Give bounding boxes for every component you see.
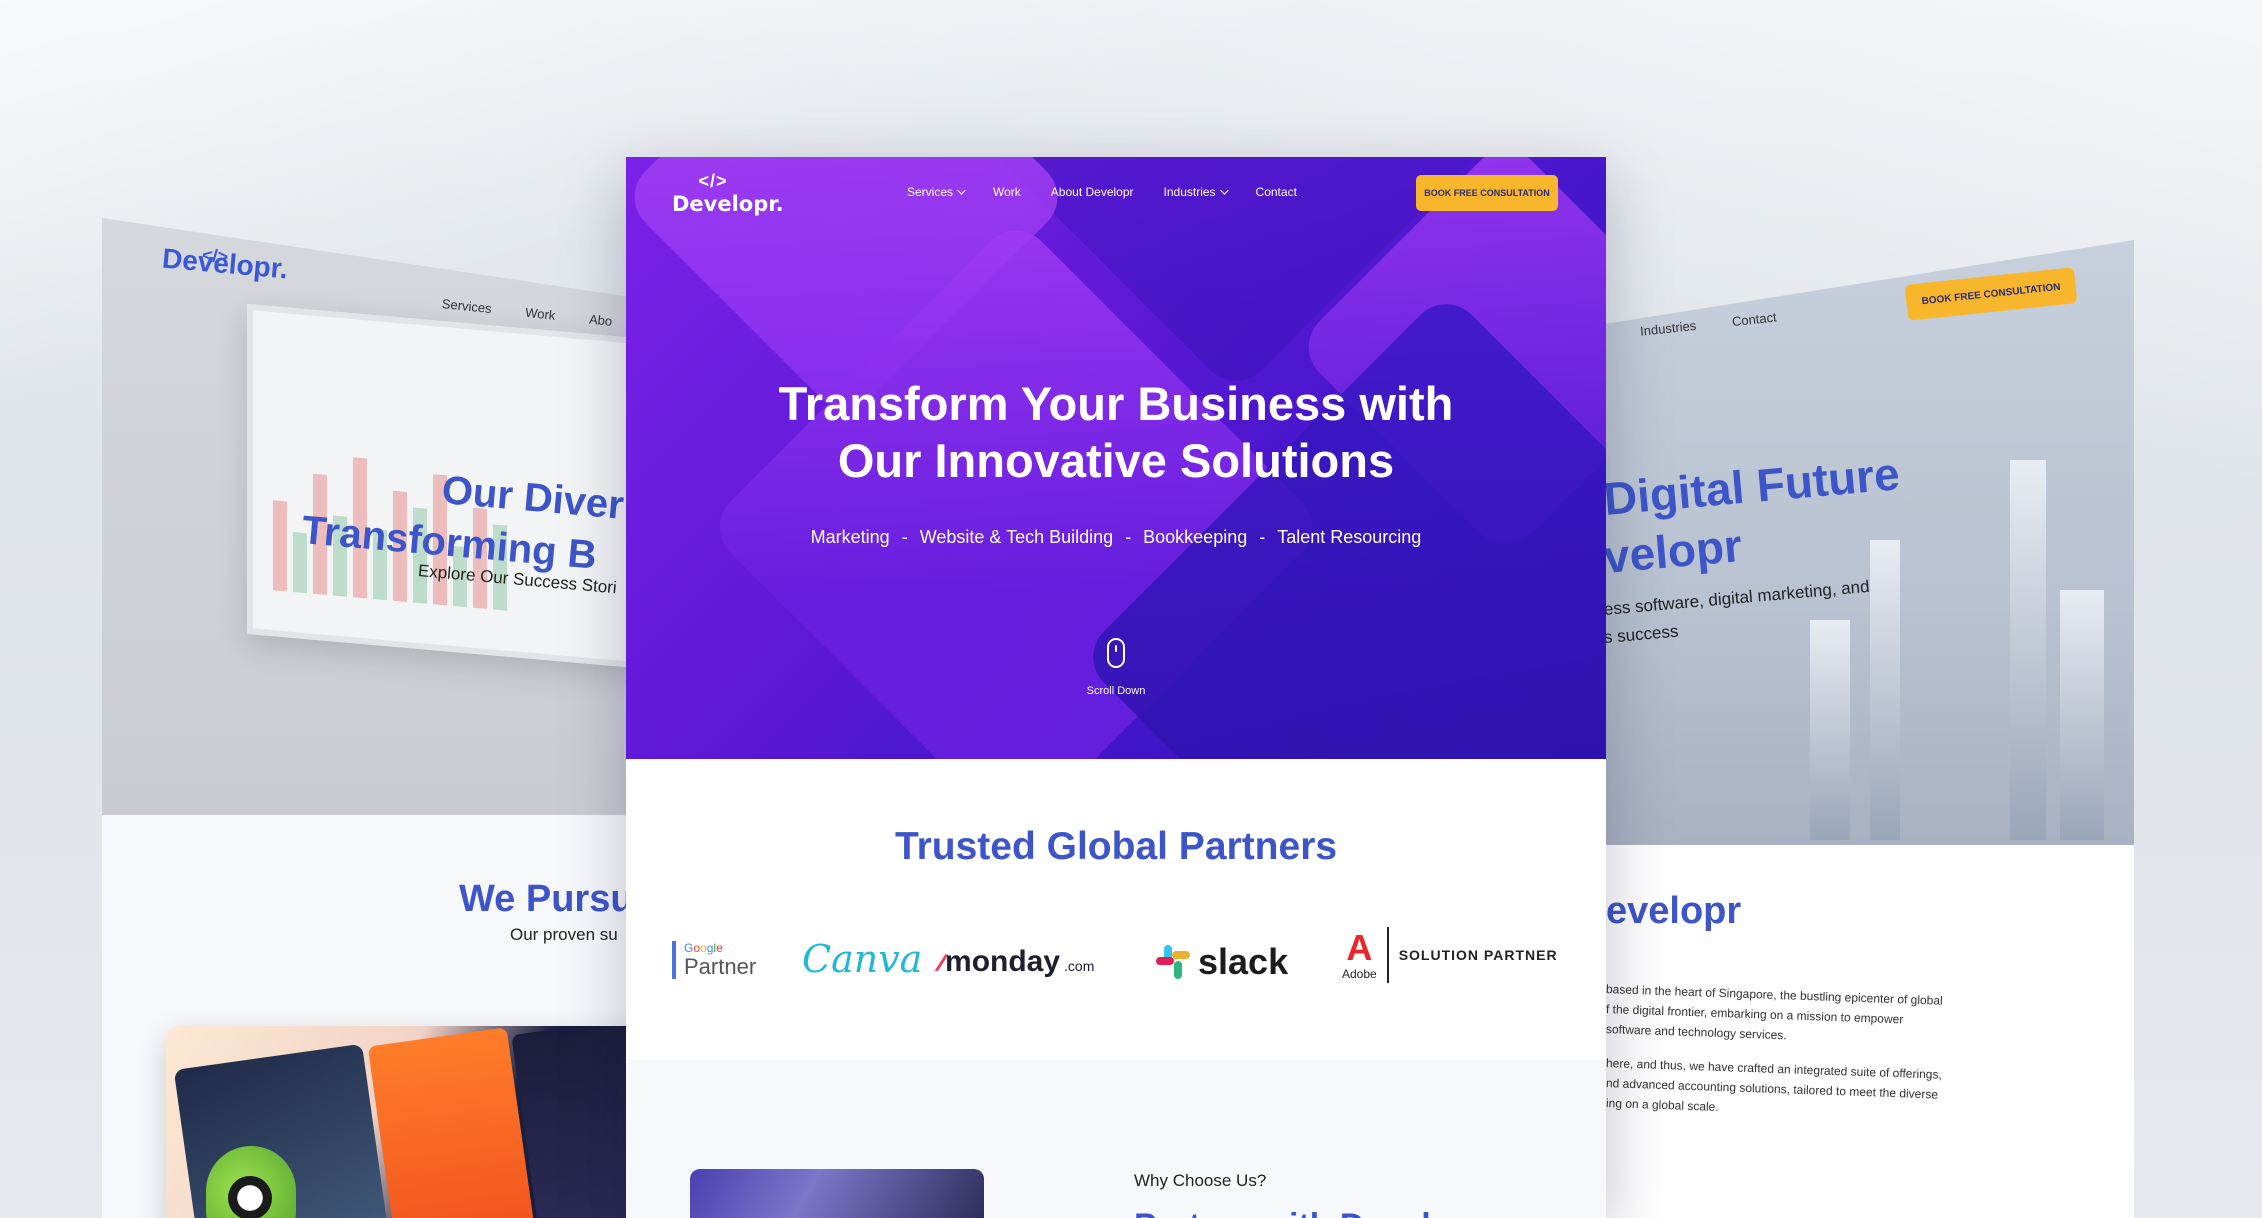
monday-mark-icon: ∕∕ <box>939 950 944 977</box>
why-label: Why Choose Us? <box>1134 1171 1267 1190</box>
hero-services: Marketing - Website & Tech Building - Bookke… <box>626 527 1606 548</box>
nav-services-label: Services <box>907 185 954 199</box>
adobe-icon: A <box>1346 927 1373 968</box>
chevron-down-icon <box>1219 186 1229 195</box>
slack-text: slack <box>1198 941 1289 982</box>
city-skyline-image <box>1790 370 2130 840</box>
right-mockup: r Industries Contact BOOK FREE CONSULTAT… <box>1600 240 2134 1218</box>
right-section-title: evelopr <box>1606 890 1742 932</box>
partners-logos: Google Partner Canva ∕∕ monday .com slac… <box>672 927 1572 997</box>
separator: - <box>901 527 908 547</box>
why-heading: Partner with Develo <box>1134 1207 1451 1218</box>
slack-hash-icon <box>1156 945 1190 979</box>
partners-title: Trusted Global Partners <box>894 825 1338 868</box>
service-talent[interactable]: Talent Resourcing <box>1277 527 1421 547</box>
slack-logo: slack <box>1156 941 1288 983</box>
nav-about-label: About Developr <box>1050 185 1134 199</box>
monday-text: monday <box>945 945 1061 978</box>
why-section-image <box>690 1169 984 1218</box>
center-mockup: </> Developr. Services Work About Develo… <box>626 157 1606 1218</box>
left-section-subtitle: Our proven su <box>510 925 618 944</box>
nav-industries[interactable]: Industries <box>1163 185 1229 199</box>
service-website-tech[interactable]: Website & Tech Building <box>920 527 1113 547</box>
portfolio-cards-image <box>166 1026 662 1218</box>
site-logo[interactable]: </> Developr. <box>672 171 784 216</box>
nav-contact[interactable]: Contact <box>1256 185 1297 199</box>
adobe-text: Adobe <box>1342 967 1377 981</box>
adobe-partner-logo: A Adobe SOLUTION PARTNER <box>1342 927 1558 983</box>
nav-contact-label: Contact <box>1255 185 1297 199</box>
left-nav-about[interactable]: Abo <box>588 312 613 329</box>
service-marketing[interactable]: Marketing <box>811 527 890 547</box>
google-partner-text: Partner <box>684 954 757 979</box>
adobe-divider <box>1386 927 1389 983</box>
logo-text: Developr. <box>672 192 784 216</box>
book-consultation-button[interactable]: BOOK FREE CONSULTATION <box>1416 175 1558 211</box>
hero-section: </> Developr. Services Work About Develo… <box>626 157 1606 759</box>
nav-about[interactable]: About Developr <box>1051 185 1134 199</box>
canva-logo: Canva <box>802 937 923 981</box>
nav-industries-label: Industries <box>1163 185 1216 199</box>
left-logo[interactable]: Developr. <box>161 243 289 286</box>
scroll-down-label[interactable]: Scroll Down <box>626 685 1606 697</box>
hero-title-line1: Transform Your Business with <box>778 377 1454 430</box>
service-bookkeeping[interactable]: Bookkeeping <box>1143 527 1247 547</box>
nav-services[interactable]: Services <box>907 185 966 199</box>
code-brackets-icon: </> <box>698 171 728 191</box>
hero-title-line2: Our Innovative Solutions <box>837 434 1395 487</box>
google-wordmark: Google <box>684 941 723 955</box>
adobe-solution-partner: SOLUTION PARTNER <box>1398 947 1558 963</box>
mouse-scroll-icon[interactable] <box>1107 638 1125 668</box>
left-section-title: We Pursu <box>459 878 634 920</box>
monday-suffix: .com <box>1064 958 1095 974</box>
left-nav-work[interactable]: Work <box>525 305 557 323</box>
separator: - <box>1125 527 1132 547</box>
monday-logo: ∕∕ monday .com <box>939 945 1094 979</box>
google-partner-logo: Google Partner <box>672 941 756 979</box>
hero-title: Transform Your Business with Our Innovat… <box>626 375 1606 489</box>
nav-work-label: Work <box>993 185 1021 199</box>
left-nav-services[interactable]: Services <box>441 296 492 316</box>
nav-work[interactable]: Work <box>993 185 1021 199</box>
chevron-down-icon <box>957 186 966 195</box>
left-mockup: </> Developr. Services Work Abo Our Dive… <box>102 218 662 1218</box>
separator: - <box>1259 527 1266 547</box>
main-nav: Services Work About Developr Industries … <box>907 185 1297 199</box>
